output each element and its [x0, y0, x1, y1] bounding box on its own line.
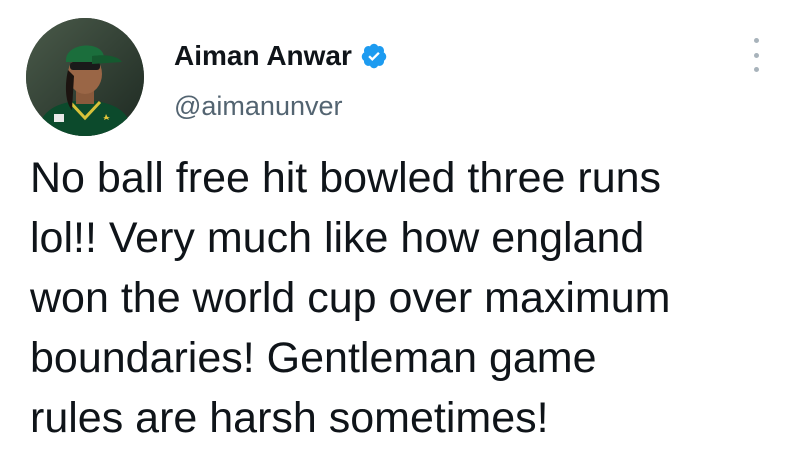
tweet-text-line: No ball free hit bowled three runs — [30, 154, 662, 202]
more-options-button[interactable] — [744, 38, 768, 72]
tweet-text-line: boundaries! Gentleman game — [30, 334, 597, 382]
tweet-text-line: won the world cup over maximum — [30, 274, 671, 322]
avatar[interactable] — [26, 18, 144, 136]
tweet-text-line: lol!! Very much like how england — [30, 214, 645, 262]
more-options-vertical-icon — [753, 38, 759, 43]
more-options-dot — [753, 67, 759, 72]
author-name[interactable]: Aiman Anwar — [174, 40, 388, 72]
more-options-dot — [753, 52, 759, 58]
verified-badge-icon — [361, 43, 387, 69]
tweet-text: No ball free hit bowled three runs lol!!… — [30, 148, 780, 448]
author-handle[interactable]: @aimanunver — [174, 90, 343, 122]
author-name-text[interactable]: Aiman Anwar — [174, 40, 352, 72]
tweet-text-line: rules are harsh sometimes! — [30, 394, 549, 442]
avatar-image — [26, 18, 144, 136]
tweet-card: Aiman Anwar @aimanunver No ball free hit… — [0, 0, 800, 461]
